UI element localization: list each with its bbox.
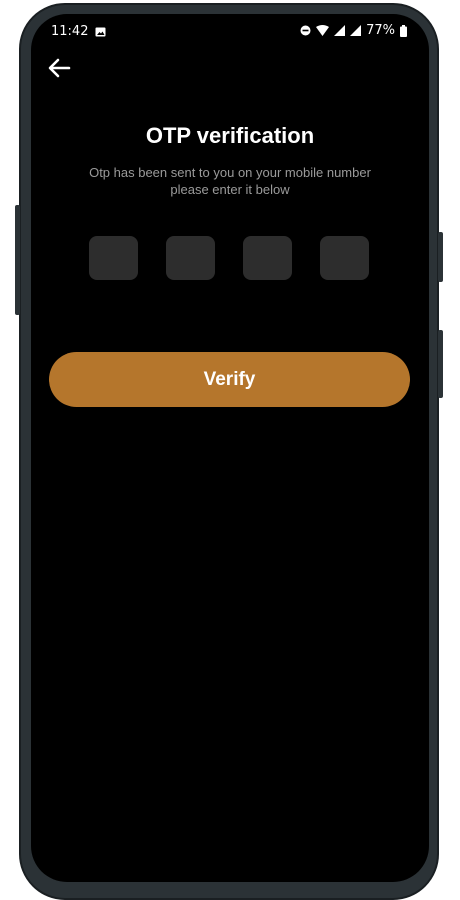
verify-button[interactable]: Verify (49, 352, 410, 407)
status-icons: 77% (300, 23, 407, 38)
signal-icon (334, 25, 346, 36)
otp-input-group (89, 236, 369, 280)
side-button-left (15, 205, 20, 315)
battery-icon (400, 24, 407, 37)
dnd-icon (300, 25, 311, 36)
otp-digit-3[interactable] (243, 236, 292, 280)
otp-instructions-line1: Otp has been sent to you on your mobile … (89, 165, 371, 180)
battery-percent: 77% (366, 23, 395, 38)
image-icon (95, 27, 106, 37)
app-screen: 11:42 77% OTP verification Otp has been … (31, 14, 429, 882)
back-arrow-icon[interactable] (47, 56, 73, 80)
otp-digit-1[interactable] (89, 236, 138, 280)
side-button-right-bottom (438, 330, 443, 398)
status-bar: 11:42 77% (31, 14, 429, 50)
otp-instructions-line2: please enter it below (170, 182, 290, 197)
page-title: OTP verification (145, 123, 315, 148)
otp-digit-4[interactable] (320, 236, 369, 280)
side-button-right-top (438, 232, 443, 282)
otp-instructions: Otp has been sent to you on your mobile … (31, 164, 429, 198)
otp-digit-2[interactable] (166, 236, 215, 280)
wifi-icon (316, 25, 330, 36)
status-time: 11:42 (51, 24, 89, 39)
signal-icon (350, 25, 362, 36)
